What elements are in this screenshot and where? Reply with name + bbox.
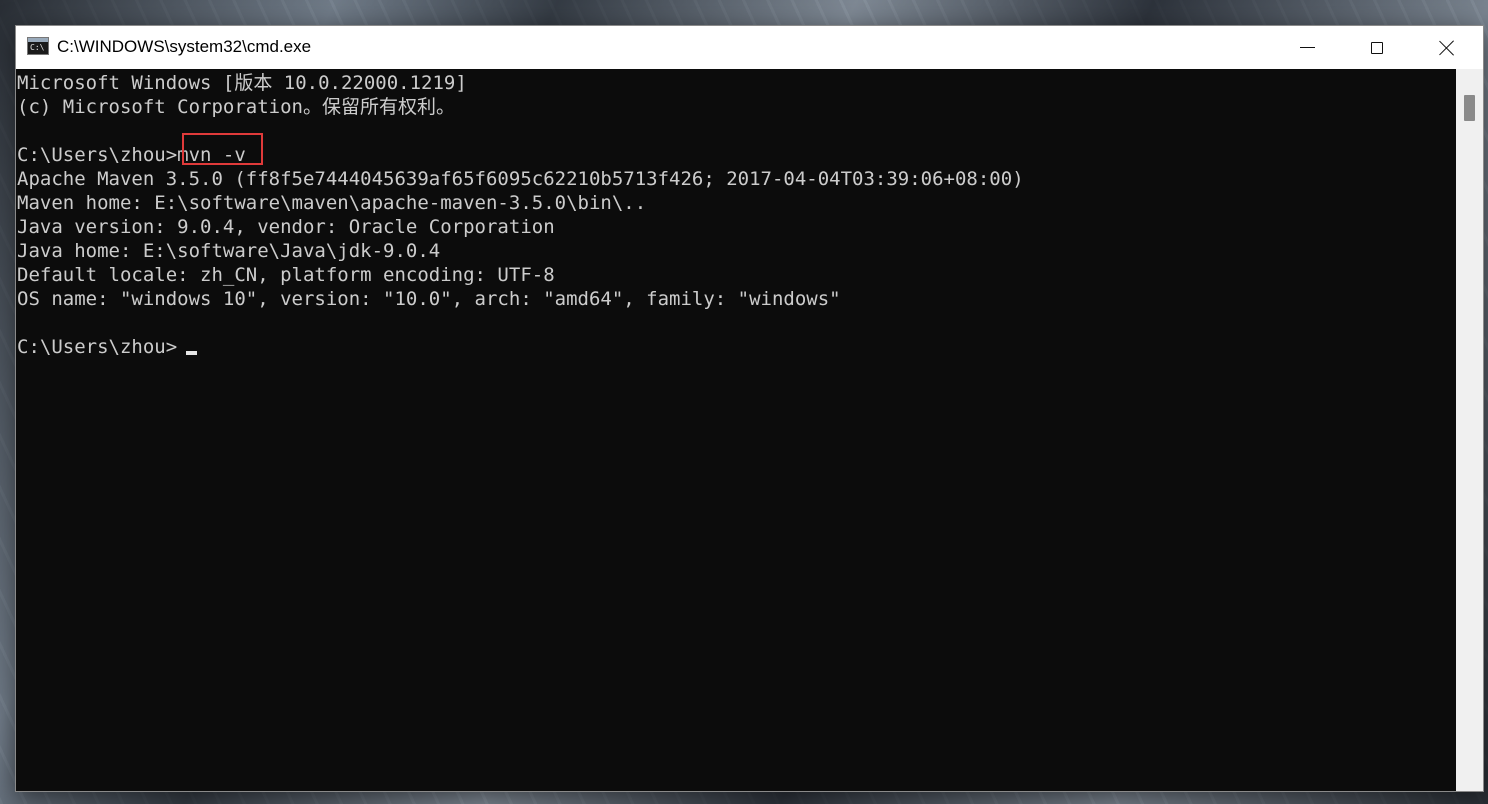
close-button[interactable] bbox=[1412, 26, 1482, 69]
cmd-terminal-icon[interactable]: C:\ bbox=[27, 37, 49, 55]
minimize-button[interactable] bbox=[1272, 26, 1342, 69]
minimize-icon bbox=[1299, 47, 1315, 48]
command-highlight-box bbox=[182, 133, 263, 165]
console-line: Default locale: zh_CN, platform encoding… bbox=[17, 264, 555, 286]
console-line: OS name: "windows 10", version: "10.0", … bbox=[17, 288, 841, 310]
console-output[interactable]: Microsoft Windows [版本 10.0.22000.1219] (… bbox=[16, 69, 1456, 791]
console-line: Java home: E:\software\Java\jdk-9.0.4 bbox=[17, 240, 441, 262]
maximize-icon bbox=[1371, 41, 1383, 54]
console-prompt-line: C:\Users\zhou> bbox=[17, 336, 178, 358]
close-icon bbox=[1439, 40, 1455, 56]
console-line: Apache Maven 3.5.0 (ff8f5e7444045639af65… bbox=[17, 168, 1024, 190]
maximize-button[interactable] bbox=[1342, 26, 1412, 69]
cmd-window[interactable]: C:\ C:\WINDOWS\system32\cmd.exe Microsof… bbox=[15, 25, 1484, 792]
scrollbar-thumb[interactable] bbox=[1464, 95, 1475, 121]
text-cursor bbox=[186, 351, 197, 355]
console-line: Microsoft Windows [版本 10.0.22000.1219] bbox=[17, 72, 467, 94]
console-line: (c) Microsoft Corporation。保留所有权利。 bbox=[17, 96, 455, 118]
title-bar[interactable]: C:\ C:\WINDOWS\system32\cmd.exe bbox=[16, 26, 1483, 69]
console-line: Maven home: E:\software\maven\apache-mav… bbox=[17, 192, 647, 214]
console-line: Java version: 9.0.4, vendor: Oracle Corp… bbox=[17, 216, 555, 238]
icon-prompt-glyph: C:\ bbox=[30, 43, 45, 52]
window-title: C:\WINDOWS\system32\cmd.exe bbox=[57, 37, 312, 56]
vertical-scrollbar[interactable] bbox=[1456, 69, 1483, 791]
